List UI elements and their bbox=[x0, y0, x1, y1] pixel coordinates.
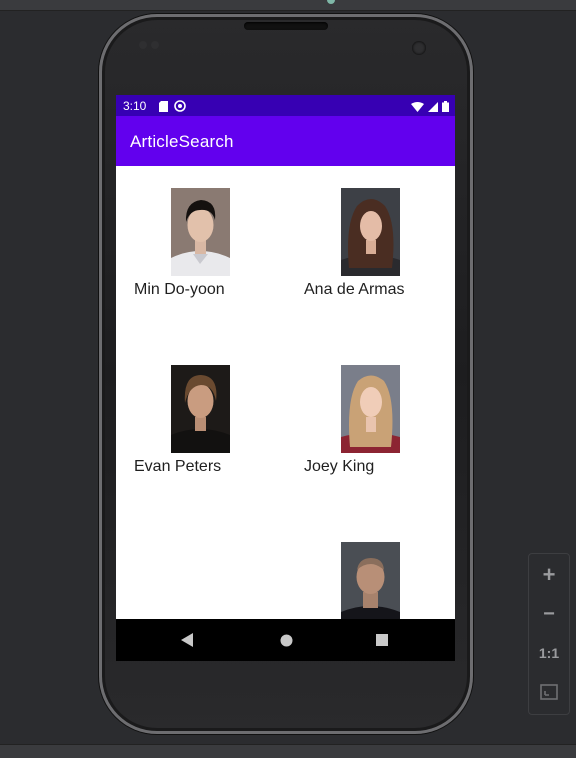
people-grid[interactable]: Min Do-yoon Ana de Armas Evan Peters Joe… bbox=[116, 166, 455, 619]
person-photo bbox=[341, 542, 400, 619]
person-photo bbox=[171, 188, 230, 276]
recents-icon[interactable] bbox=[374, 632, 390, 648]
back-icon[interactable] bbox=[179, 632, 195, 648]
proximity-sensor bbox=[139, 41, 147, 49]
navigation-bar bbox=[116, 619, 455, 661]
emulator-zoom-panel: + − 1:1 bbox=[528, 553, 570, 715]
speaker-grille bbox=[244, 22, 328, 30]
person-card[interactable] bbox=[286, 520, 455, 619]
light-sensor bbox=[151, 41, 159, 49]
front-camera bbox=[412, 41, 426, 55]
person-card[interactable]: Evan Peters bbox=[116, 343, 286, 520]
person-name: Joey King bbox=[304, 458, 375, 475]
actual-size-button[interactable]: 1:1 bbox=[529, 634, 569, 672]
person-photo bbox=[171, 365, 230, 453]
device-screen: 3:10 ArticleSearch Min Do-yoon Ana de Ar… bbox=[116, 95, 455, 661]
person-card[interactable]: Min Do-yoon bbox=[116, 166, 286, 343]
person-card[interactable]: Ana de Armas bbox=[286, 166, 455, 343]
person-card[interactable] bbox=[116, 520, 286, 619]
home-icon[interactable] bbox=[278, 632, 294, 648]
sync-icon bbox=[174, 99, 186, 117]
zoom-in-button[interactable]: + bbox=[529, 556, 569, 594]
person-name: Evan Peters bbox=[134, 458, 222, 475]
app-bar: ArticleSearch bbox=[116, 116, 455, 166]
app-title: ArticleSearch bbox=[130, 132, 234, 151]
status-bar: 3:10 bbox=[116, 95, 455, 116]
person-photo bbox=[341, 188, 400, 276]
person-card[interactable]: Joey King bbox=[286, 343, 455, 520]
sd-card-icon bbox=[159, 99, 168, 117]
person-name: Ana de Armas bbox=[304, 281, 405, 298]
emulator-bottom-strip bbox=[0, 744, 576, 758]
zoom-out-button[interactable]: − bbox=[529, 595, 569, 633]
person-name: Min Do-yoon bbox=[134, 281, 225, 298]
fit-screen-icon[interactable] bbox=[529, 673, 569, 711]
battery-icon bbox=[442, 99, 449, 117]
emulator-top-strip bbox=[0, 0, 576, 11]
wifi-icon bbox=[411, 99, 424, 117]
status-time: 3:10 bbox=[123, 99, 147, 113]
person-photo bbox=[341, 365, 400, 453]
cellular-signal-icon bbox=[428, 99, 438, 117]
